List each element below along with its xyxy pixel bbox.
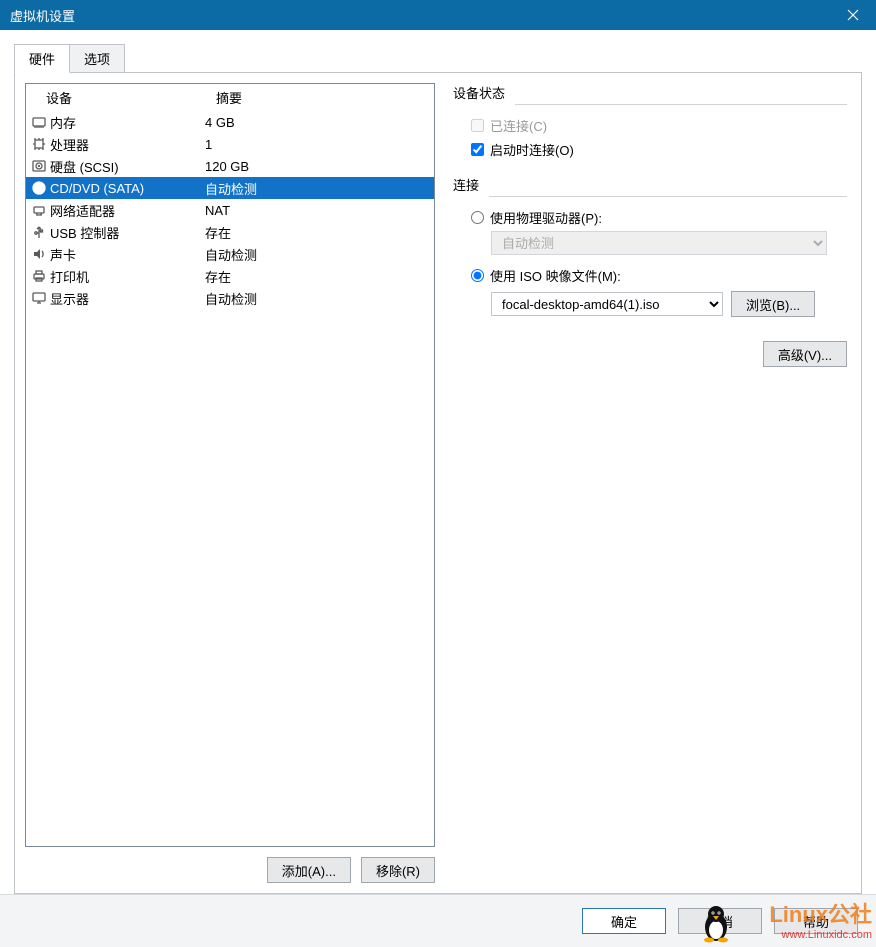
- device-summary: 自动检测: [205, 245, 434, 264]
- cpu-icon: [26, 137, 50, 151]
- col-device: 设备: [34, 88, 216, 107]
- device-row[interactable]: 打印机存在: [26, 265, 434, 287]
- close-icon: [847, 9, 859, 21]
- physical-drive-select: 自动检测: [491, 231, 827, 255]
- radio-use-iso-input[interactable]: [471, 269, 484, 282]
- device-name: CD/DVD (SATA): [50, 181, 205, 196]
- hdd-icon: [26, 159, 50, 173]
- device-list[interactable]: 设备 摘要 内存4 GB处理器1硬盘 (SCSI)120 GBCD/DVD (S…: [25, 83, 435, 847]
- device-summary: 存在: [205, 223, 434, 242]
- device-row[interactable]: 显示器自动检测: [26, 287, 434, 309]
- tab-hardware[interactable]: 硬件: [14, 44, 70, 73]
- device-summary: 存在: [205, 267, 434, 286]
- col-summary: 摘要: [216, 88, 434, 107]
- device-name: 处理器: [50, 135, 205, 154]
- device-list-header: 设备 摘要: [26, 84, 434, 111]
- close-button[interactable]: [830, 0, 876, 30]
- device-summary: 自动检测: [205, 289, 434, 308]
- device-row[interactable]: 内存4 GB: [26, 111, 434, 133]
- device-summary: 120 GB: [205, 159, 434, 174]
- device-name: 打印机: [50, 267, 205, 286]
- display-icon: [26, 291, 50, 305]
- device-row[interactable]: 声卡自动检测: [26, 243, 434, 265]
- disc-icon: [26, 181, 50, 195]
- device-row[interactable]: 处理器1: [26, 133, 434, 155]
- device-row[interactable]: CD/DVD (SATA)自动检测: [26, 177, 434, 199]
- device-row[interactable]: USB 控制器存在: [26, 221, 434, 243]
- printer-icon: [26, 269, 50, 283]
- device-name: 硬盘 (SCSI): [50, 157, 205, 176]
- remove-button[interactable]: 移除(R): [361, 857, 435, 883]
- titlebar: 虚拟机设置: [0, 0, 876, 30]
- tab-bar: 硬件 选项: [14, 44, 862, 72]
- iso-file-select[interactable]: focal-desktop-amd64(1).iso: [491, 292, 723, 316]
- device-summary: 4 GB: [205, 115, 434, 130]
- ok-button[interactable]: 确定: [582, 908, 666, 934]
- group-device-status: 设备状态: [453, 83, 847, 102]
- radio-use-iso[interactable]: 使用 ISO 映像文件(M):: [471, 263, 847, 287]
- help-button[interactable]: 帮助: [774, 908, 858, 934]
- device-name: 网络适配器: [50, 201, 205, 220]
- checkbox-connected: 已连接(C): [471, 113, 847, 137]
- device-summary: 1: [205, 137, 434, 152]
- browse-button[interactable]: 浏览(B)...: [731, 291, 815, 317]
- device-name: 内存: [50, 113, 205, 132]
- usb-icon: [26, 225, 50, 239]
- window-title: 虚拟机设置: [10, 6, 830, 25]
- checkbox-connected-input: [471, 119, 484, 132]
- cancel-button[interactable]: 取消: [678, 908, 762, 934]
- group-connection: 连接: [453, 175, 847, 194]
- tab-panel: 设备 摘要 内存4 GB处理器1硬盘 (SCSI)120 GBCD/DVD (S…: [14, 72, 862, 894]
- device-name: USB 控制器: [50, 223, 205, 242]
- device-name: 声卡: [50, 245, 205, 264]
- device-row[interactable]: 网络适配器NAT: [26, 199, 434, 221]
- radio-use-physical[interactable]: 使用物理驱动器(P):: [471, 205, 847, 229]
- radio-use-physical-input[interactable]: [471, 211, 484, 224]
- advanced-button[interactable]: 高级(V)...: [763, 341, 847, 367]
- network-icon: [26, 203, 50, 217]
- sound-icon: [26, 247, 50, 261]
- tab-options[interactable]: 选项: [69, 44, 125, 73]
- dialog-footer: 确定 取消 帮助: [0, 894, 876, 947]
- add-button[interactable]: 添加(A)...: [267, 857, 351, 883]
- device-name: 显示器: [50, 289, 205, 308]
- device-row[interactable]: 硬盘 (SCSI)120 GB: [26, 155, 434, 177]
- device-summary: 自动检测: [205, 179, 434, 198]
- checkbox-connect-at-poweron-input[interactable]: [471, 143, 484, 156]
- device-summary: NAT: [205, 203, 434, 218]
- checkbox-connect-at-poweron[interactable]: 启动时连接(O): [471, 137, 847, 161]
- memory-icon: [26, 115, 50, 129]
